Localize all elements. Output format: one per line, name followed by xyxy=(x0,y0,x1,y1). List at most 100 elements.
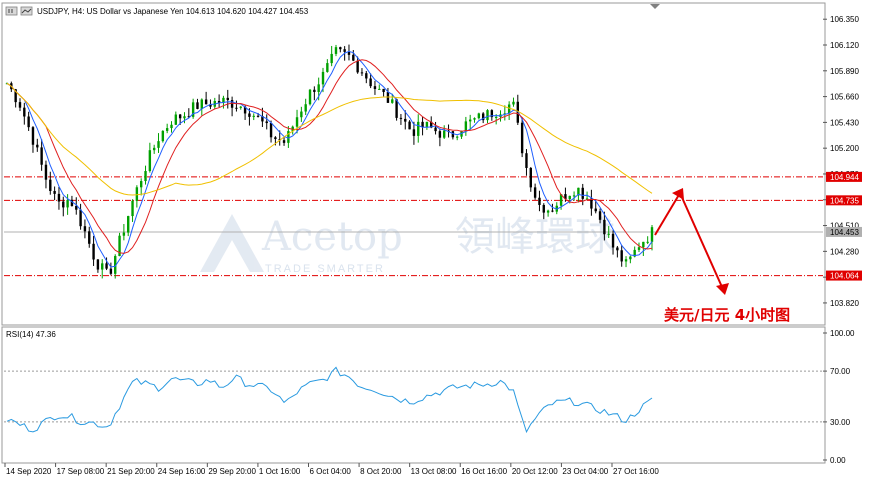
candle-body xyxy=(611,233,615,248)
candle-body xyxy=(96,259,100,270)
candle-body xyxy=(122,232,126,236)
candle-body xyxy=(330,53,333,64)
candle-body xyxy=(629,256,632,260)
candle-body xyxy=(88,231,91,244)
candle-body xyxy=(83,226,87,232)
candle-body xyxy=(343,49,346,52)
candle-body xyxy=(135,187,139,201)
level-label: 104.944 xyxy=(830,173,859,182)
candle-body xyxy=(274,137,277,140)
time-tick-label: 1 Oct 16:00 xyxy=(259,467,301,476)
rsi-label: RSI(14) 47.36 xyxy=(6,330,56,339)
candle-body xyxy=(105,263,108,269)
time-tick-label: 8 Oct 20:00 xyxy=(360,467,402,476)
time-tick-label: 21 Sep 20:00 xyxy=(107,467,155,476)
candle-body xyxy=(356,60,359,73)
candle-body xyxy=(594,208,597,212)
candle-body xyxy=(148,150,152,172)
candle-body xyxy=(616,247,619,251)
candle-body xyxy=(347,51,351,55)
candle-body xyxy=(62,201,65,208)
price-axis: 106.350 106.120 105.890 105.660 105.430 105.2… xyxy=(823,15,862,308)
indicator-menu-icon[interactable] xyxy=(20,6,33,16)
candle-body xyxy=(551,210,554,212)
candle-body xyxy=(326,63,329,72)
candle-body xyxy=(434,127,437,132)
candle-body xyxy=(226,97,229,101)
candle-body xyxy=(568,195,571,199)
candle-body xyxy=(304,104,307,112)
candle-body xyxy=(183,116,186,119)
time-tick-label: 29 Sep 20:00 xyxy=(208,467,256,476)
candle-body xyxy=(36,144,39,148)
candle-body xyxy=(486,110,489,121)
candle-body xyxy=(650,227,654,242)
candle-body xyxy=(248,113,251,117)
candle-body xyxy=(295,117,299,127)
price-tick-label: 106.350 xyxy=(830,15,859,24)
rsi-axis: 100.00 70.00 30.00 0.00 xyxy=(823,329,855,465)
time-tick-label: 27 Oct 16:00 xyxy=(613,467,659,476)
candle-body xyxy=(49,179,52,191)
symbol-menu-icon[interactable] xyxy=(5,6,18,16)
candle-body xyxy=(399,117,403,119)
rsi-tick-label: 100.00 xyxy=(830,329,855,338)
candle-body xyxy=(18,102,22,108)
candle-body xyxy=(507,104,511,114)
rsi-tick-label: 30.00 xyxy=(830,418,851,427)
watermark-brand: Acetop xyxy=(261,214,403,260)
candle-body xyxy=(200,99,203,109)
candle-body xyxy=(443,130,446,138)
candle-body xyxy=(44,164,48,180)
time-tick-label: 20 Oct 12:00 xyxy=(512,467,558,476)
candle-body xyxy=(131,200,134,217)
candle-body xyxy=(178,114,182,119)
watermark-cn: 領峰環球 xyxy=(455,214,615,260)
candle-body xyxy=(139,181,143,188)
candle-body xyxy=(230,100,234,108)
chart-canvas: Acetop 領峰環球 TRADE SMARTER USDJPY, H4: US… xyxy=(1,2,862,476)
candle-body xyxy=(53,190,56,194)
candle-body xyxy=(581,187,584,199)
candle-body xyxy=(92,243,95,260)
candle-body xyxy=(300,111,303,118)
candle-body xyxy=(456,136,459,138)
candle-body xyxy=(66,199,69,208)
candle-body xyxy=(170,124,173,129)
candle-body xyxy=(417,121,420,136)
candle-body xyxy=(391,99,394,103)
level-label: 104.735 xyxy=(830,196,859,205)
candle-body xyxy=(412,129,416,136)
candle-body xyxy=(127,216,130,233)
time-tick-label: 6 Oct 04:00 xyxy=(310,467,352,476)
candle-body xyxy=(642,241,645,248)
candle-body xyxy=(473,118,476,120)
candle-body xyxy=(308,89,312,105)
candle-body xyxy=(101,263,104,270)
candle-body xyxy=(235,107,238,109)
candle-body xyxy=(152,147,156,151)
candle-body xyxy=(598,211,602,220)
candle-body xyxy=(477,113,481,119)
time-axis: 14 Sep 2020 17 Sep 08:00 21 Sep 20:00 24 Se… xyxy=(4,463,659,476)
candle-body xyxy=(204,99,208,105)
candle-body xyxy=(603,219,606,235)
time-tick-label: 16 Oct 16:00 xyxy=(461,467,507,476)
candle-body xyxy=(40,147,43,165)
candle-body xyxy=(404,118,407,122)
candle-body xyxy=(494,116,498,118)
candle-body xyxy=(252,115,255,117)
candle-body xyxy=(144,171,147,182)
time-tick-label: 23 Oct 04:00 xyxy=(562,467,608,476)
candle-body xyxy=(369,78,372,87)
candle-body xyxy=(538,197,541,205)
candle-body xyxy=(57,193,61,202)
candle-body xyxy=(196,102,199,109)
candle-body xyxy=(317,84,320,92)
candle-body xyxy=(269,123,273,138)
candle-body xyxy=(637,247,641,250)
candle-body xyxy=(624,259,628,262)
candle-body xyxy=(334,47,338,54)
candle-body xyxy=(365,73,368,79)
time-tick-label: 14 Sep 2020 xyxy=(6,467,52,476)
